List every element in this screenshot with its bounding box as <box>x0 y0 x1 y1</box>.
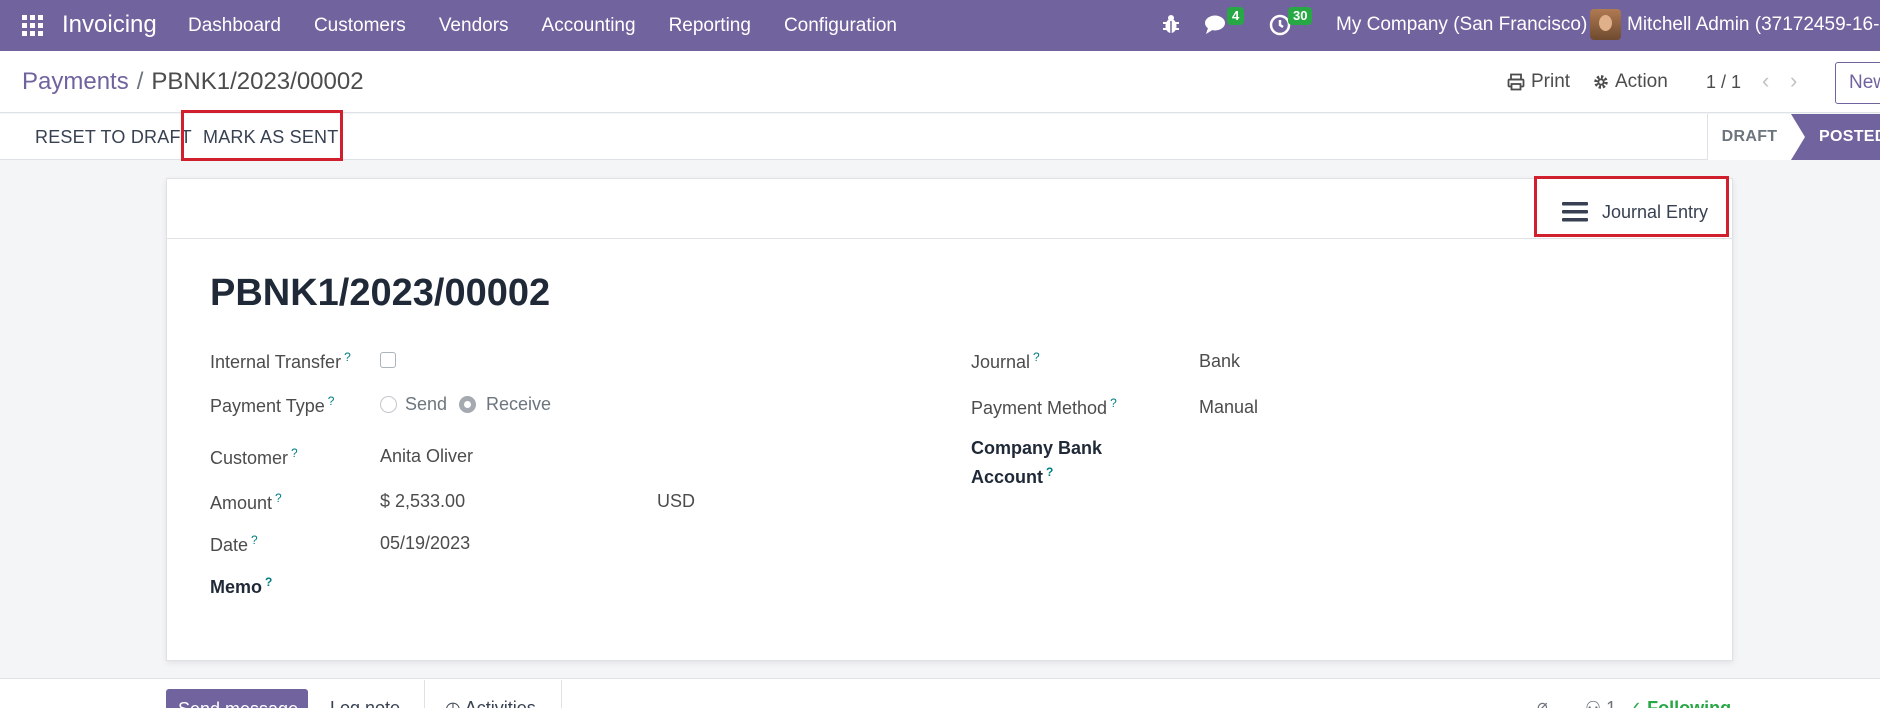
internal-transfer-checkbox[interactable] <box>380 352 396 368</box>
send-message-button[interactable]: Send message <box>166 689 308 708</box>
payment-type-send-radio[interactable] <box>380 396 397 413</box>
user-avatar[interactable] <box>1590 9 1621 40</box>
amount-label: Amount? <box>210 491 282 513</box>
highlight-box-mark-as-sent <box>181 110 343 161</box>
chatter-divider <box>424 680 425 708</box>
date-field[interactable]: 05/19/2023 <box>380 533 470 554</box>
payment-method-field[interactable]: Manual <box>1199 397 1258 418</box>
check-icon: ✓ <box>1627 698 1648 708</box>
customer-label: Customer? <box>210 446 298 468</box>
print-button[interactable]: Print <box>1507 71 1570 93</box>
highlight-box-journal-entry <box>1534 176 1729 237</box>
menu-accounting[interactable]: Accounting <box>542 15 636 37</box>
payment-type-receive-label: Receive <box>486 394 552 414</box>
help-icon[interactable]: ? <box>251 533 258 547</box>
action-button[interactable]: Action <box>1593 71 1668 93</box>
user-menu[interactable]: Mitchell Admin (37172459-16-0 <box>1627 14 1880 36</box>
customer-field[interactable]: Anita Oliver <box>380 446 473 467</box>
payment-method-label: Payment Method? <box>971 396 1117 418</box>
menu-dashboard[interactable]: Dashboard <box>188 15 281 37</box>
gear-icon <box>1594 75 1608 89</box>
payment-type-receive-radio[interactable] <box>459 396 476 413</box>
pager-value[interactable]: 1 / 1 <box>1706 72 1741 93</box>
new-button[interactable]: New <box>1835 62 1880 104</box>
help-icon[interactable]: ? <box>291 446 298 460</box>
memo-label: Memo? <box>210 575 273 597</box>
date-label: Date? <box>210 533 258 555</box>
top-navbar: Invoicing Dashboard Customers Vendors Ac… <box>0 0 1880 51</box>
breadcrumb-current: PBNK1/2023/00002 <box>151 68 364 95</box>
main-menu: Dashboard Customers Vendors Accounting R… <box>188 0 930 51</box>
payment-type-label: Payment Type? <box>210 394 335 416</box>
internal-transfer-label: Internal Transfer? <box>210 350 351 372</box>
help-icon[interactable]: ? <box>1110 396 1117 410</box>
breadcrumb-payments[interactable]: Payments <box>22 68 129 95</box>
company-switcher[interactable]: My Company (San Francisco) <box>1336 14 1587 36</box>
record-title: PBNK1/2023/00002 <box>210 272 551 314</box>
journal-field[interactable]: Bank <box>1199 351 1240 372</box>
app-name[interactable]: Invoicing <box>62 11 157 39</box>
stage-draft[interactable]: DRAFT <box>1707 114 1791 160</box>
activities-button[interactable]: ◷ Activities <box>445 698 536 708</box>
form-sheet: Journal Entry <box>166 178 1733 661</box>
help-icon[interactable]: ? <box>328 394 335 408</box>
journal-label: Journal? <box>971 350 1040 372</box>
paperclip-icon[interactable]: ⌀ <box>1537 696 1548 708</box>
apps-grid-icon[interactable] <box>22 15 44 36</box>
company-bank-account-label-line1: Company Bank <box>971 438 1103 458</box>
breadcrumb: Payments / PBNK1/2023/00002 <box>22 68 364 96</box>
menu-customers[interactable]: Customers <box>314 15 406 37</box>
reset-to-draft-button[interactable]: RESET TO DRAFT <box>35 114 192 160</box>
currency-field[interactable]: USD <box>657 491 695 512</box>
breadcrumb-separator: / <box>136 68 144 95</box>
chatter-divider <box>561 680 562 708</box>
help-icon[interactable]: ? <box>1033 350 1040 364</box>
pager-previous-icon[interactable]: ‹ <box>1762 68 1769 94</box>
smart-button-box: Journal Entry <box>167 179 1732 239</box>
print-label: Print <box>1531 71 1571 92</box>
menu-vendors[interactable]: Vendors <box>439 15 509 37</box>
control-panel: Payments / PBNK1/2023/00002 Print Action 1… <box>0 51 1880 113</box>
amount-field[interactable]: $ 2,533.00 <box>380 491 465 512</box>
following-button[interactable]: ✓ Following <box>1627 698 1731 708</box>
chat-count-badge: 4 <box>1227 7 1245 25</box>
clock-icon: ◷ <box>445 698 465 708</box>
company-bank-account-label-line2: Account? <box>971 465 1054 487</box>
menu-configuration[interactable]: Configuration <box>784 15 897 37</box>
printer-icon <box>1507 73 1525 91</box>
help-icon[interactable]: ? <box>275 491 282 505</box>
log-note-button[interactable]: Log note <box>330 698 400 708</box>
activity-count-badge: 30 <box>1288 7 1313 25</box>
help-icon[interactable]: ? <box>265 575 272 589</box>
pager-next-icon[interactable]: › <box>1790 68 1797 94</box>
followers-button[interactable]: ⚇ 1 <box>1585 698 1616 708</box>
help-icon[interactable]: ? <box>344 350 351 364</box>
payment-type-send-label: Send <box>405 394 448 414</box>
action-label: Action <box>1615 71 1668 92</box>
menu-reporting[interactable]: Reporting <box>669 15 751 37</box>
person-icon: ⚇ <box>1585 698 1607 708</box>
bug-icon[interactable] <box>1161 13 1181 35</box>
help-icon[interactable]: ? <box>1046 465 1053 479</box>
